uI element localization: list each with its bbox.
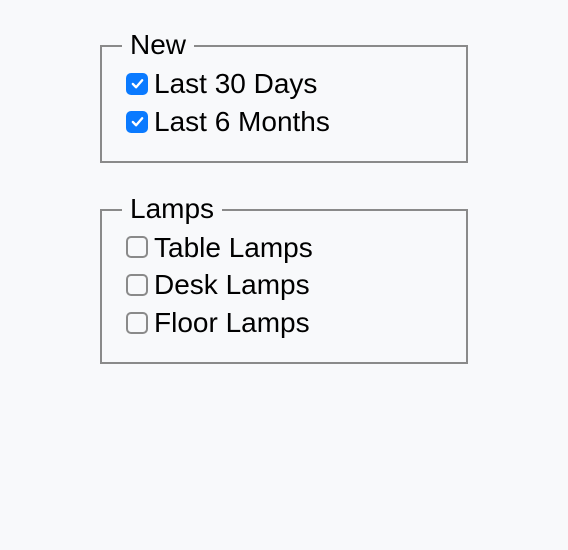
option-label: Table Lamps [154,229,313,267]
checkbox-unchecked-icon [126,312,148,334]
option-floor-lamps[interactable]: Floor Lamps [126,304,442,342]
checkbox-unchecked-icon [126,274,148,296]
legend-lamps: Lamps [122,193,222,225]
option-label: Last 30 Days [154,65,317,103]
fieldset-lamps: Lamps Table Lamps Desk Lamps Floor Lamps [100,209,468,364]
option-label: Last 6 Months [154,103,330,141]
option-last-6-months[interactable]: Last 6 Months [126,103,442,141]
legend-new: New [122,29,194,61]
checkbox-checked-icon [126,73,148,95]
option-label: Desk Lamps [154,266,310,304]
checkbox-checked-icon [126,111,148,133]
option-table-lamps[interactable]: Table Lamps [126,229,442,267]
option-desk-lamps[interactable]: Desk Lamps [126,266,442,304]
checkbox-unchecked-icon [126,236,148,258]
fieldset-new: New Last 30 Days Last 6 Months [100,45,468,163]
option-last-30-days[interactable]: Last 30 Days [126,65,442,103]
option-label: Floor Lamps [154,304,310,342]
